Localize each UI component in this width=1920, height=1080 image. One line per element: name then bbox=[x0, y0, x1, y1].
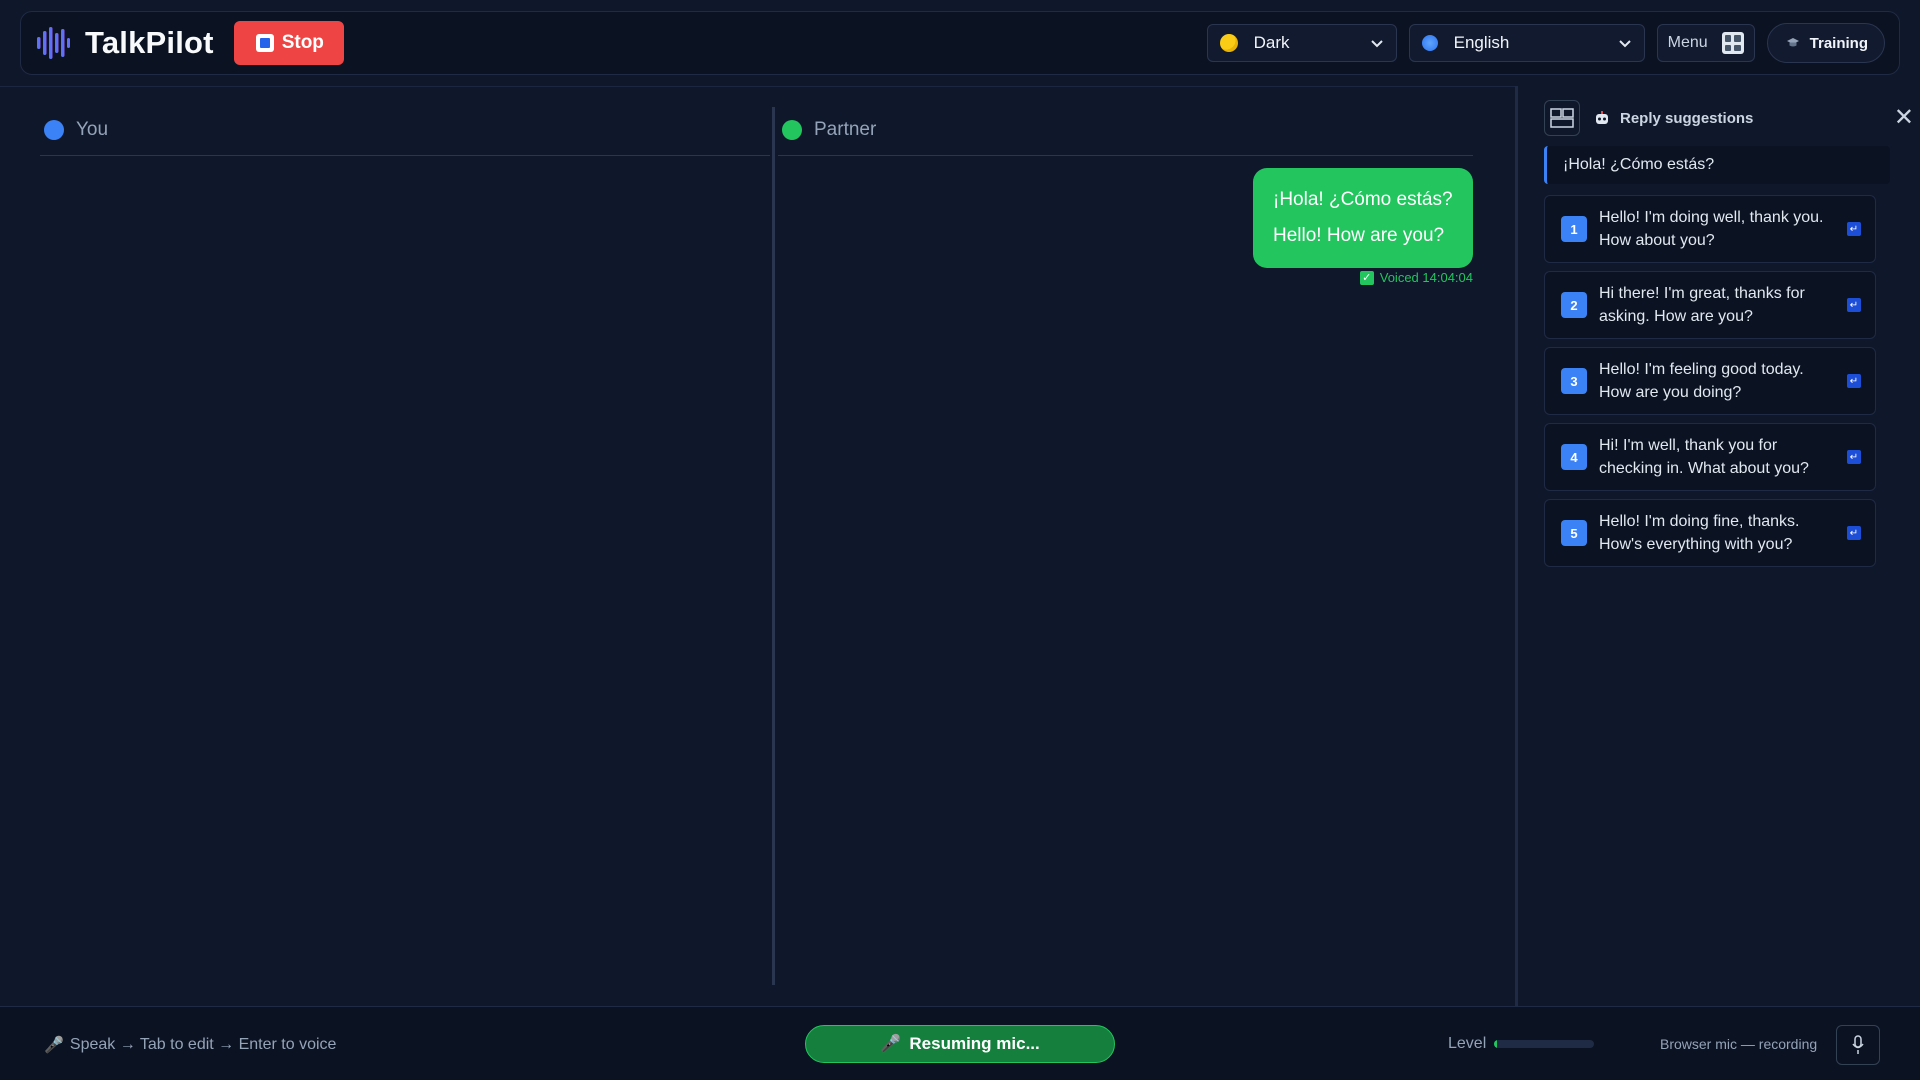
suggestion-number: 2 bbox=[1561, 292, 1587, 318]
stop-icon bbox=[255, 34, 274, 52]
partner-column-title: Partner bbox=[814, 118, 877, 140]
top-bar: TalkPilot Stop Dark English Menu Trainin… bbox=[20, 11, 1900, 75]
mic-button[interactable]: 🎤 Resuming mic... bbox=[805, 1025, 1115, 1063]
theme-value: Dark bbox=[1253, 33, 1290, 52]
mic-settings-button[interactable] bbox=[1836, 1025, 1880, 1065]
message-status: ✓ Voiced 14:04:04 bbox=[1359, 270, 1473, 285]
stop-label: Stop bbox=[281, 32, 324, 53]
close-icon[interactable]: ✕ bbox=[1894, 106, 1914, 130]
robot-icon bbox=[1596, 111, 1608, 124]
partner-column-header: Partner bbox=[778, 104, 1473, 156]
insert-icon[interactable]: ↵ bbox=[1847, 526, 1861, 540]
reply-suggestions-panel: Reply suggestions ✕ ¡Hola! ¿Cómo estás? … bbox=[1515, 86, 1920, 1006]
level-label: Level bbox=[1448, 1035, 1487, 1052]
suggestions-header: Reply suggestions ✕ bbox=[1544, 100, 1914, 136]
suggestion-text: Hi there! I'm great, thanks for asking. … bbox=[1599, 285, 1805, 325]
insert-icon[interactable]: ↵ bbox=[1847, 374, 1861, 388]
language-select[interactable]: English bbox=[1408, 24, 1645, 62]
suggestions-title: Reply suggestions bbox=[1620, 109, 1754, 127]
suggestion-text: Hello! I'm doing well, thank you. How ab… bbox=[1599, 209, 1824, 249]
suggestion-item[interactable]: 2 Hi there! I'm great, thanks for asking… bbox=[1544, 271, 1876, 339]
message-original: ¡Hola! ¿Cómo estás? bbox=[1273, 189, 1453, 210]
chevron-down-icon bbox=[1618, 40, 1631, 48]
menu-label: Menu bbox=[1667, 34, 1708, 51]
partner-column: Partner ¡Hola! ¿Cómo estás? Hello! How a… bbox=[778, 104, 1473, 285]
bottom-bar: 🎤 Speak → Tab to edit → Enter to voice 🎤… bbox=[0, 1006, 1920, 1080]
level-meter bbox=[1494, 1040, 1594, 1048]
insert-icon[interactable]: ↵ bbox=[1847, 298, 1861, 312]
source-quote: ¡Hola! ¿Cómo estás? bbox=[1544, 146, 1890, 184]
menu-button[interactable]: Menu bbox=[1656, 24, 1755, 62]
suggestion-text: Hello! I'm feeling good today. How are y… bbox=[1599, 361, 1804, 401]
level-meter-fill bbox=[1494, 1040, 1497, 1048]
suggestion-item[interactable]: 5 Hello! I'm doing fine, thanks. How's e… bbox=[1544, 499, 1876, 567]
you-column-header: You bbox=[40, 104, 770, 156]
graduation-cap-icon bbox=[1786, 38, 1799, 47]
layout-toggle-button[interactable] bbox=[1544, 100, 1580, 136]
message-status-text: Voiced 14:04:04 bbox=[1379, 270, 1473, 285]
chevron-down-icon bbox=[1370, 40, 1383, 48]
you-indicator-dot bbox=[44, 119, 64, 140]
app-title: TalkPilot bbox=[85, 25, 214, 60]
insert-icon[interactable]: ↵ bbox=[1847, 222, 1861, 236]
microphone-icon bbox=[1852, 1035, 1864, 1054]
suggestion-number: 3 bbox=[1561, 368, 1587, 394]
suggestion-item[interactable]: 1 Hello! I'm doing well, thank you. How … bbox=[1544, 195, 1876, 263]
globe-icon bbox=[1421, 35, 1438, 51]
column-divider bbox=[772, 107, 775, 985]
waveform-logo-icon bbox=[37, 27, 70, 59]
suggestion-item[interactable]: 3 Hello! I'm feeling good today. How are… bbox=[1544, 347, 1876, 415]
keyboard-hint: 🎤 Speak → Tab to edit → Enter to voice bbox=[44, 1035, 336, 1055]
suggestion-number: 1 bbox=[1561, 216, 1587, 242]
stop-button[interactable]: Stop bbox=[233, 21, 344, 65]
grid-icon bbox=[1721, 32, 1744, 54]
suggestion-text: Hello! I'm doing fine, thanks. How's eve… bbox=[1599, 513, 1800, 553]
suggestion-item[interactable]: 4 Hi! I'm well, thank you for checking i… bbox=[1544, 423, 1876, 491]
microphone-icon: 🎤 bbox=[44, 1037, 64, 1054]
layout-icon bbox=[1550, 108, 1574, 128]
training-label: Training bbox=[1809, 34, 1868, 52]
header-divider bbox=[0, 86, 1515, 87]
palette-icon bbox=[1219, 34, 1238, 52]
hint-text: Speak → Tab to edit → Enter to voice bbox=[69, 1036, 337, 1053]
you-column: You bbox=[40, 104, 770, 156]
check-icon: ✓ bbox=[1359, 270, 1374, 285]
theme-select[interactable]: Dark bbox=[1206, 24, 1397, 62]
insert-icon[interactable]: ↵ bbox=[1847, 450, 1861, 464]
message-translation: Hello! How are you? bbox=[1273, 225, 1445, 246]
partner-indicator-dot bbox=[782, 119, 802, 140]
suggestion-number: 5 bbox=[1561, 520, 1587, 546]
microphone-icon: 🎤 bbox=[880, 1034, 902, 1053]
training-button[interactable]: Training bbox=[1766, 23, 1885, 63]
message-bubble[interactable]: ¡Hola! ¿Cómo estás? Hello! How are you? bbox=[1253, 168, 1473, 268]
you-column-title: You bbox=[76, 118, 109, 140]
mic-button-label: Resuming mic... bbox=[909, 1034, 1040, 1053]
mic-status: Browser mic — recording bbox=[1660, 1036, 1818, 1052]
language-value: English bbox=[1453, 33, 1510, 52]
suggestion-text: Hi! I'm well, thank you for checking in.… bbox=[1599, 437, 1809, 477]
suggestion-number: 4 bbox=[1561, 444, 1587, 470]
